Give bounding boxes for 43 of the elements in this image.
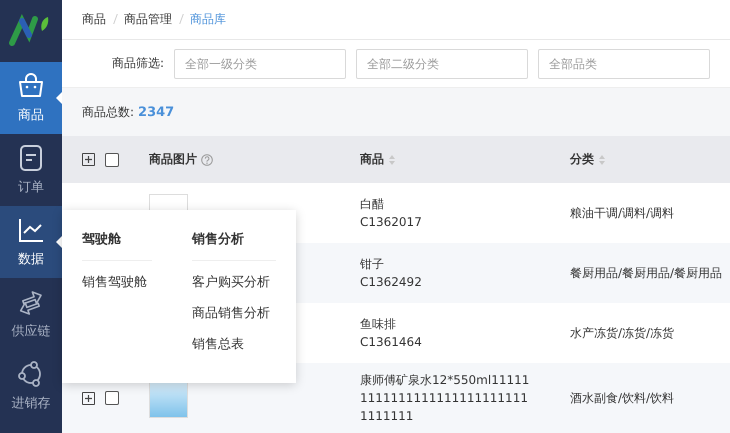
- expand-icon[interactable]: [82, 153, 95, 166]
- product-code: C1361464: [360, 334, 423, 351]
- expand-icon[interactable]: [82, 392, 95, 404]
- total-label: 商品总数:: [82, 104, 134, 121]
- document-icon: [17, 144, 45, 172]
- checkbox[interactable]: [105, 391, 119, 405]
- product-code: C1362492: [360, 274, 423, 291]
- category-cell-text: 餐厨用品/餐厨用品/餐厨用品: [570, 264, 724, 282]
- menu-item[interactable]: 客户购买分析: [192, 267, 276, 298]
- column-header: 分类: [570, 151, 594, 168]
- category-select[interactable]: 全部品类: [538, 48, 710, 79]
- product-name: 白醋: [360, 196, 385, 213]
- category-select[interactable]: 全部一级分类: [174, 48, 346, 79]
- sidebar-nav-item[interactable]: 进销存: [0, 350, 62, 422]
- sidebar-nav-item[interactable]: 数据: [0, 206, 62, 278]
- sort-icon: [598, 154, 606, 164]
- checkbox[interactable]: [105, 152, 119, 166]
- line-chart-icon: [17, 216, 45, 244]
- menu-item[interactable]: 商品销售分析: [192, 298, 276, 329]
- breadcrumb-link[interactable]: 商品管理: [124, 10, 172, 28]
- breadcrumb-link[interactable]: 商品: [82, 10, 106, 28]
- total-count: 2347: [138, 104, 174, 120]
- column-header: 商品: [360, 151, 384, 168]
- product-name: 鱼味排: [360, 316, 397, 333]
- sidebar-nav-item[interactable]: 供应链: [0, 278, 62, 350]
- category-cell-text: 水产冻货/冻货/冻货: [570, 324, 676, 342]
- column-header: 商品图片: [149, 151, 197, 168]
- sidebar-nav-item[interactable]: 商品: [0, 62, 62, 134]
- menu-group-title: 销售分析: [192, 230, 276, 261]
- menu-item[interactable]: 销售驾驶舱: [82, 267, 152, 298]
- category-cell-text: 粮油干调/调料/调料: [570, 204, 676, 222]
- product-name: 康师傅矿泉水12*550ml1111111111111111111111111111111111: [360, 372, 530, 425]
- bag-icon: [17, 72, 45, 100]
- product-code: C1362017: [360, 214, 423, 231]
- category-select[interactable]: 全部二级分类: [356, 48, 528, 79]
- product-name: 钳子: [360, 256, 385, 273]
- sort-icon: [388, 154, 396, 164]
- sidebar-nav-item[interactable]: 订单: [0, 134, 62, 206]
- filter-label: 商品筛选:: [110, 55, 164, 72]
- category-cell-text: 酒水副食/饮料/饮料: [570, 390, 676, 406]
- help-icon: [201, 154, 213, 166]
- menu-group-title: 驾驶舱: [82, 230, 152, 261]
- menu-item[interactable]: 销售总表: [192, 329, 276, 360]
